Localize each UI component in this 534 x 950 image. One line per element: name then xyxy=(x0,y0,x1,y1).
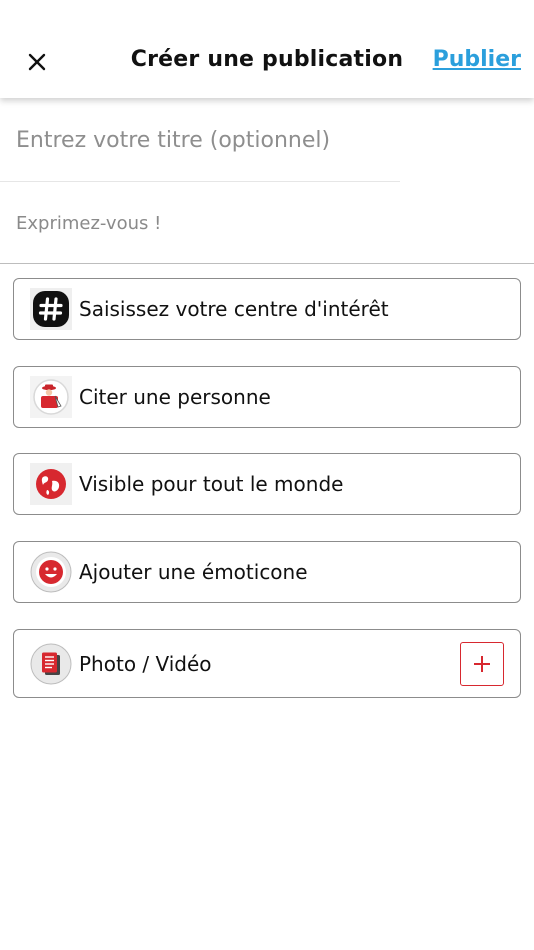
media-option[interactable]: Photo / Vidéo xyxy=(13,629,521,698)
hashtag-icon xyxy=(30,288,72,330)
body-input[interactable] xyxy=(0,183,534,264)
person-quote-icon xyxy=(30,376,72,418)
media-label: Photo / Vidéo xyxy=(79,651,212,676)
interest-label: Saisissez votre centre d'intérêt xyxy=(79,297,389,321)
visibility-label: Visible pour tout le monde xyxy=(79,472,344,496)
plus-icon xyxy=(474,655,490,672)
top-bar: Créer une publication Publier xyxy=(0,0,534,98)
visibility-option[interactable]: Visible pour tout le monde xyxy=(13,453,521,515)
interest-option[interactable]: Saisissez votre centre d'intérêt xyxy=(13,278,521,340)
media-icon xyxy=(30,643,72,684)
publish-button[interactable]: Publier xyxy=(433,47,521,72)
title-input[interactable] xyxy=(0,100,400,182)
mention-option[interactable]: Citer une personne xyxy=(13,366,521,428)
mention-label: Citer une personne xyxy=(79,385,271,409)
smiley-icon xyxy=(30,551,72,593)
emoji-option[interactable]: Ajouter une émoticone xyxy=(13,541,521,603)
globe-icon xyxy=(30,463,72,505)
emoji-label: Ajouter une émoticone xyxy=(79,560,308,584)
add-media-button[interactable] xyxy=(460,641,504,686)
